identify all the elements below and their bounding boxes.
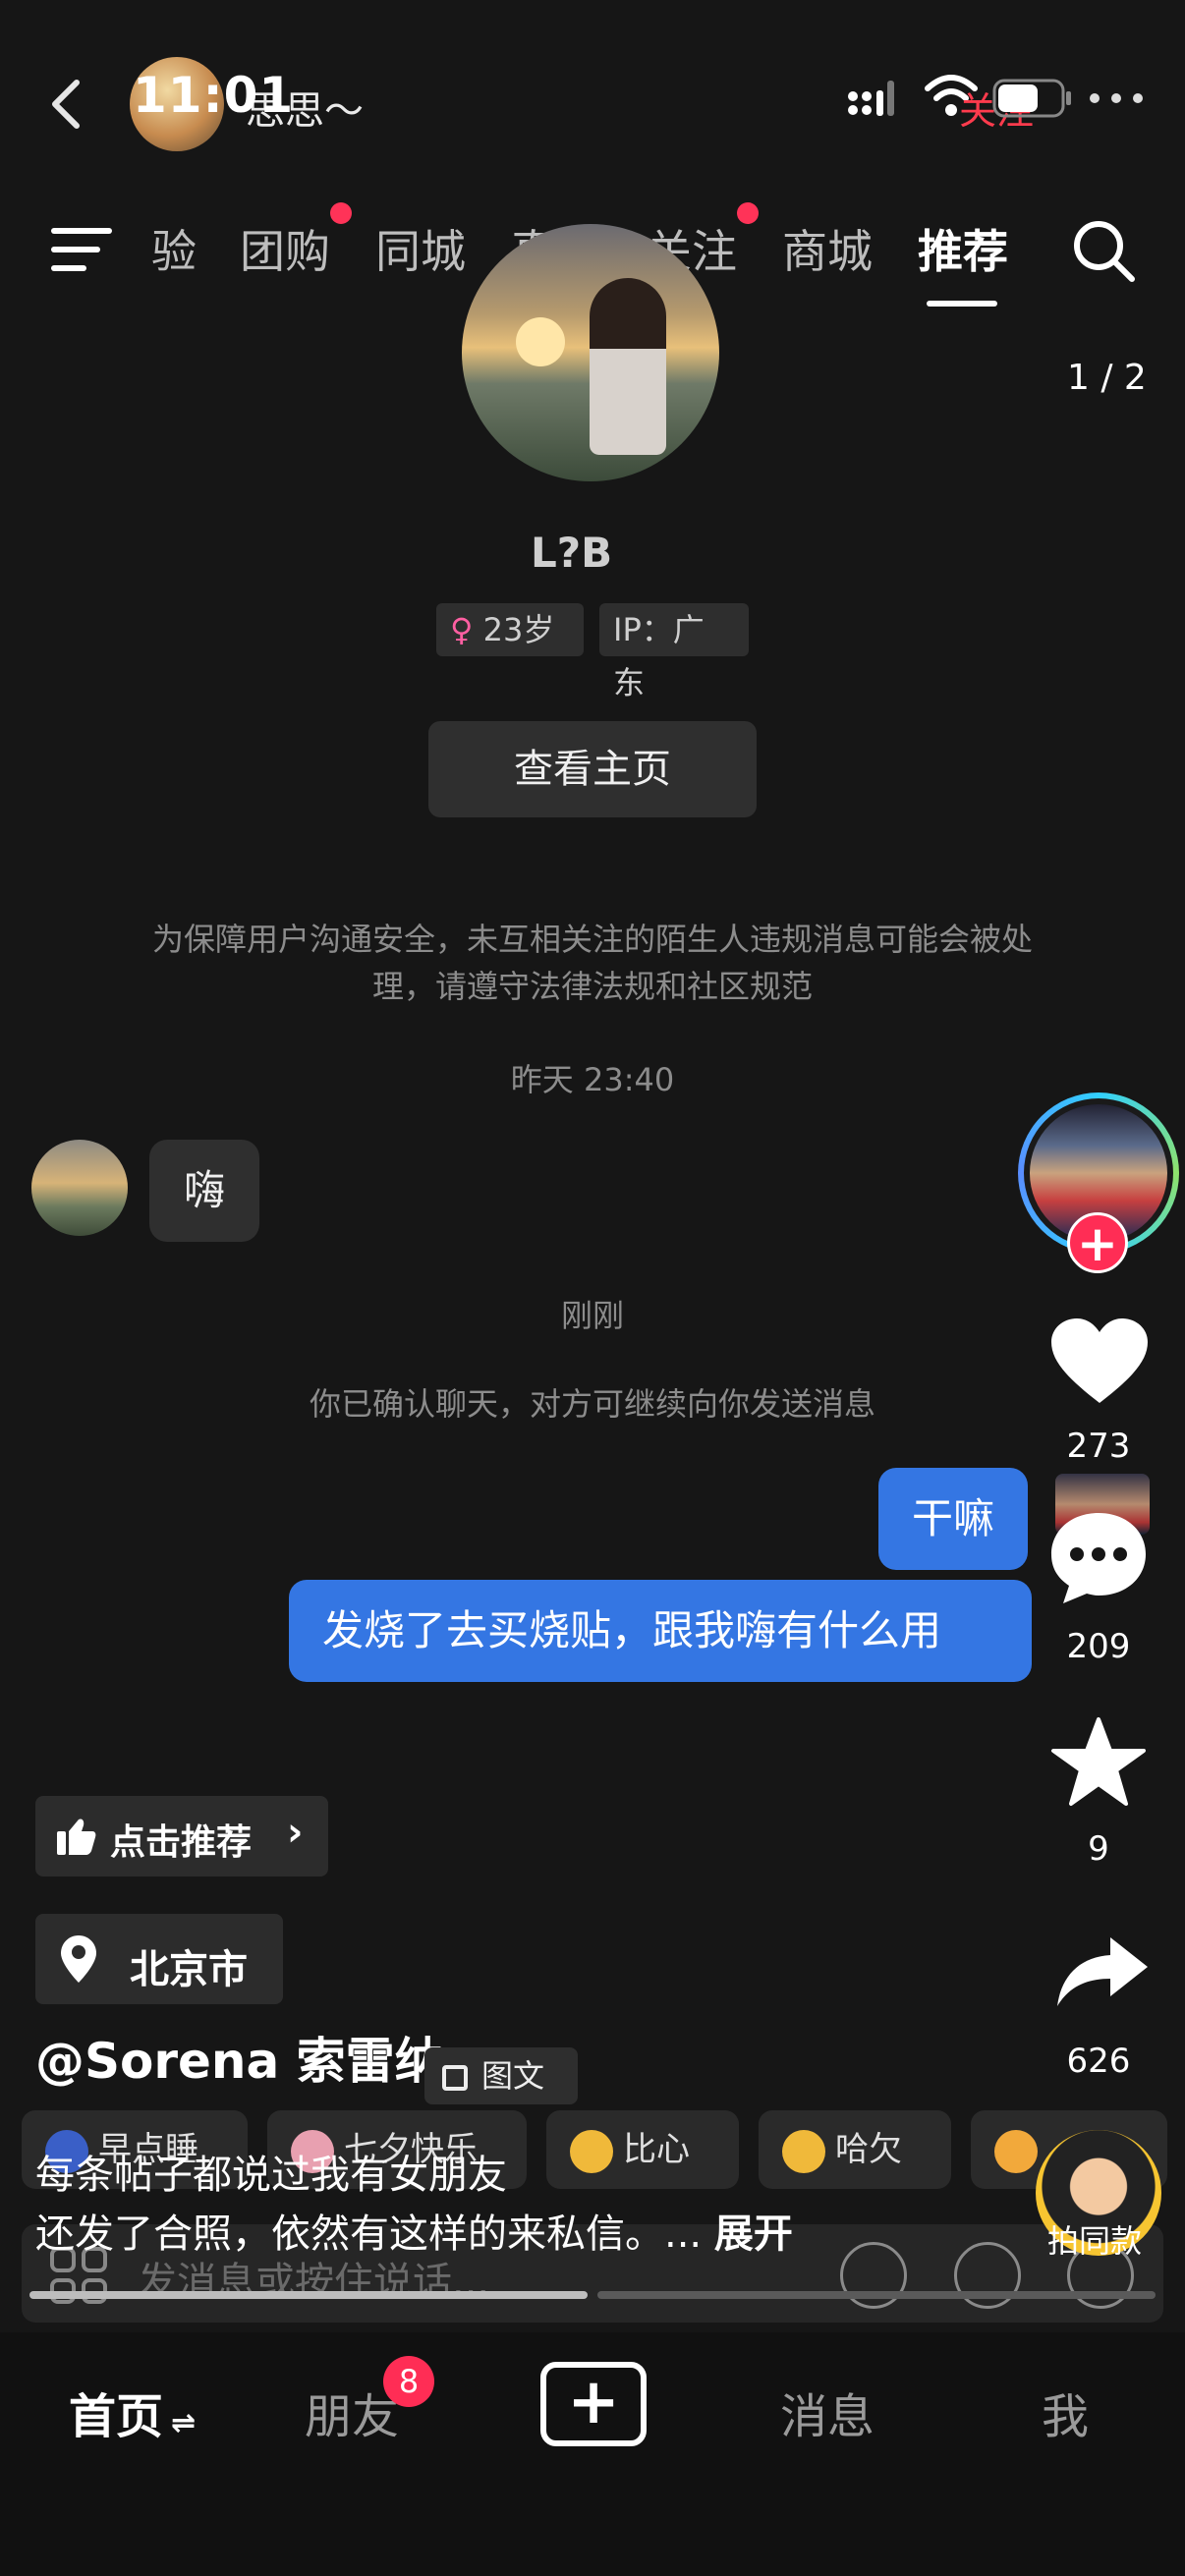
heart-icon[interactable] [1049, 1316, 1150, 1407]
caption-line: 还发了合照，依然有这样的来私信。... [35, 2212, 703, 2257]
outgoing-message[interactable]: 发烧了去买烧贴，跟我嗨有什么用 [289, 1580, 1032, 1682]
tab-mall[interactable]: 商城 [782, 216, 873, 281]
chevron-right-icon: › [287, 1810, 304, 1855]
battery-icon [992, 79, 1071, 118]
profile-name: L?B [531, 529, 613, 577]
location-label: 北京市 [130, 1947, 248, 1992]
back-arrow-icon[interactable] [43, 77, 90, 132]
location-pin-icon [61, 1935, 96, 1983]
active-tab-indicator [927, 301, 997, 307]
nav-messages[interactable]: 消息 [780, 2378, 875, 2446]
sender-avatar[interactable] [31, 1140, 128, 1236]
follow-plus-icon[interactable]: + [1067, 1212, 1128, 1273]
like-count: 273 [1066, 1427, 1131, 1466]
safety-notice: 为保障用户沟通安全，未互相关注的陌生人违规消息可能会被处理，请遵守法律法规和社区… [151, 921, 1033, 1005]
image-text-icon [442, 2065, 468, 2091]
nav-home[interactable]: 首页 ⇌ [69, 2378, 196, 2446]
comment-count: 209 [1066, 1627, 1131, 1666]
menu-icon[interactable] [51, 226, 116, 273]
share-count: 626 [1066, 2042, 1131, 2081]
location-button[interactable]: 北京市 [35, 1914, 283, 2004]
carousel-progress [597, 2291, 1156, 2299]
tab-recommend[interactable]: 推荐 [918, 216, 1008, 281]
age-text: 23岁 [482, 611, 555, 648]
female-icon: ♀ [450, 611, 474, 648]
system-notice: 你已确认聊天，对方可继续向你发送消息 [309, 1385, 875, 1423]
nav-me[interactable]: 我 [1042, 2378, 1089, 2446]
same-style-button[interactable]: 拍同款 [1047, 2216, 1142, 2262]
comment-icon[interactable] [1047, 1509, 1150, 1607]
tab-experience[interactable]: 验 [151, 216, 197, 281]
more-options-icon[interactable] [1087, 90, 1146, 106]
author-name[interactable]: @Sorena 索雷纳 [35, 2022, 444, 2093]
notification-dot [330, 202, 352, 224]
content-type-tag: 图文 [424, 2047, 578, 2104]
create-button[interactable]: + [540, 2362, 647, 2446]
ip-tag: IP：广东 [599, 603, 749, 701]
caption-line: 每条帖子都说过我有女朋友 [35, 2153, 507, 2198]
recommend-label: 点击推荐 [110, 1822, 253, 1863]
timestamp: 昨天 23:40 [510, 1061, 675, 1098]
tab-local[interactable]: 同城 [375, 216, 466, 281]
recommend-button[interactable]: 点击推荐 › [35, 1796, 328, 1876]
thumbs-up-icon [57, 1819, 96, 1855]
content-type-label: 图文 [481, 2057, 545, 2095]
outgoing-message[interactable]: 干嘛 [878, 1468, 1029, 1570]
carousel-progress-active [29, 2291, 588, 2299]
cellular-signal-icon [848, 81, 894, 116]
friends-badge: 8 [383, 2356, 434, 2407]
favorite-count: 9 [1088, 1829, 1109, 1869]
page-indicator: 1 / 2 [1067, 358, 1147, 398]
star-icon[interactable] [1049, 1715, 1148, 1810]
timestamp: 刚刚 [560, 1297, 624, 1334]
nav-home-label: 首页 [69, 2389, 164, 2444]
switch-icon: ⇌ [171, 2406, 197, 2440]
profile-avatar[interactable] [462, 224, 719, 481]
search-icon[interactable] [1071, 218, 1136, 283]
view-profile-button[interactable]: 查看主页 [428, 721, 757, 817]
share-icon[interactable] [1055, 1933, 1150, 2008]
tab-group-buy[interactable]: 团购 [240, 216, 330, 281]
status-time: 11:01 [133, 67, 295, 124]
notification-dot [737, 202, 759, 224]
incoming-message[interactable]: 嗨 [149, 1140, 259, 1242]
post-caption[interactable]: 每条帖子都说过我有女朋友 还发了合照，依然有这样的来私信。... 展开 [35, 2146, 920, 2264]
expand-button[interactable]: 展开 [714, 2212, 793, 2257]
age-tag: ♀ 23岁 [436, 603, 584, 656]
